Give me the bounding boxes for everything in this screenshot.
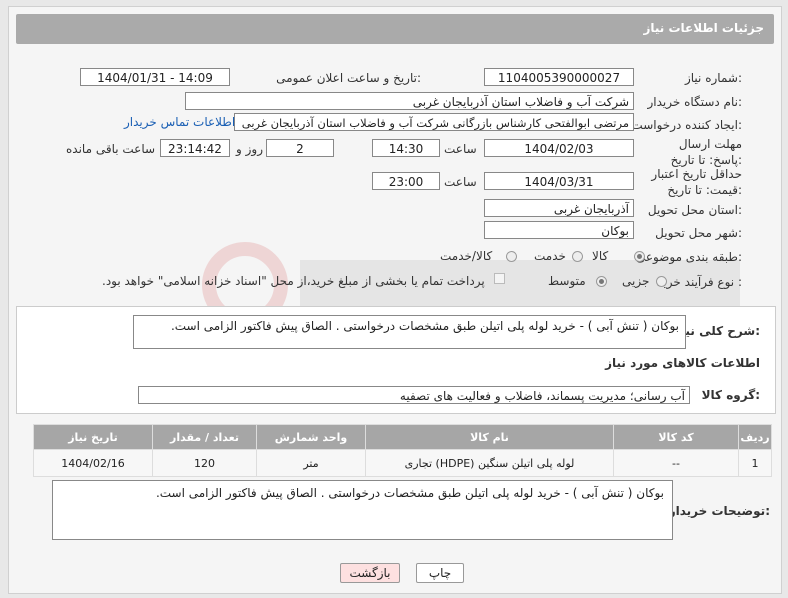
treasury-payment-text: پرداخت تمام یا بخشی از مبلغ خرید،از محل … xyxy=(102,274,485,288)
creator-label: ایجاد کننده درخواست: xyxy=(631,118,742,132)
page-title: جزئیات اطلاعات نیاز xyxy=(643,21,764,35)
min-price-time-field: 23:00 xyxy=(372,172,440,190)
days-label: روز و xyxy=(236,142,263,156)
buyer-notes-field: بوکان ( تنش آبی ) - خرید لوله پلی اتیلن … xyxy=(52,480,673,540)
col-name: نام کالا xyxy=(365,424,614,450)
remaining-time-field: 23:14:42 xyxy=(160,139,230,157)
category-goods-label: کالا xyxy=(592,249,609,263)
buyer-notes-label: توضیحات خریدار: xyxy=(668,504,770,518)
deadline-time-label: ساعت xyxy=(444,142,477,156)
cell-name: لوله پلی اتیلن سنگین (HDPE) تجاری xyxy=(365,449,614,477)
category-label: طبقه بندی موضوعی: xyxy=(635,250,742,264)
remaining-label: ساعت باقی مانده xyxy=(66,142,156,156)
description-label: شرح کلی نیاز: xyxy=(674,324,760,338)
process-label: نوع فرآیند خرید : xyxy=(657,275,742,289)
col-qty: تعداد / مقدار xyxy=(152,424,257,450)
buyer-org-label: نام دستگاه خریدار: xyxy=(647,95,743,109)
category-service-radio[interactable] xyxy=(572,251,583,262)
goods-group-field: آب رسانی؛ مدیریت پسماند، فاضلاب و فعالیت… xyxy=(138,386,690,404)
creator-field: مرتضی ابوالفتحی کارشناس بازرگانی شرکت آب… xyxy=(234,113,634,131)
col-date: تاریخ نیاز xyxy=(33,424,153,450)
process-medium-label: متوسط xyxy=(548,274,586,288)
need-number-field: 1104005390000027 xyxy=(484,68,634,86)
cell-unit: متر xyxy=(256,449,366,477)
min-price-label: حداقل تاریخ اعتبار قیمت: تا تاریخ: xyxy=(651,167,742,197)
goods-table: ردیف کد کالا نام کالا واحد شمارش تعداد /… xyxy=(33,424,772,477)
announce-label: تاریخ و ساعت اعلان عمومی: xyxy=(276,71,421,85)
announce-field: 1404/01/31 - 14:09 xyxy=(80,68,230,86)
contact-info-link[interactable]: اطلاعات تماس خریدار xyxy=(124,115,235,129)
goods-section-title: اطلاعات کالاهای مورد نیاز xyxy=(605,356,760,370)
province-field: آذربایجان غربی xyxy=(484,199,634,217)
deadline-date-field: 1404/02/03 xyxy=(484,139,634,157)
goods-group-label: گروه کالا: xyxy=(701,388,760,402)
min-price-time-label: ساعت xyxy=(444,175,477,189)
col-unit: واحد شمارش xyxy=(256,424,366,450)
process-medium-radio[interactable] xyxy=(596,276,607,287)
deadline-time-field: 14:30 xyxy=(372,139,440,157)
cell-row: 1 xyxy=(738,449,772,477)
col-code: کد کالا xyxy=(613,424,739,450)
deadline-label: مهلت ارسال پاسخ: تا تاریخ: xyxy=(670,137,742,167)
city-field: بوکان xyxy=(484,221,634,239)
description-field: بوکان ( تنش آبی ) - خرید لوله پلی اتیلن … xyxy=(133,315,686,349)
process-minor-radio[interactable] xyxy=(656,276,667,287)
back-button[interactable]: بازگشت xyxy=(340,563,400,583)
treasury-payment-checkbox[interactable] xyxy=(494,273,505,284)
need-number-label: شماره نیاز: xyxy=(684,71,742,85)
buyer-org-field: شرکت آب و فاضلاب استان آذربایجان غربی xyxy=(185,92,634,110)
city-label: شهر محل تحویل: xyxy=(655,226,742,240)
cell-date: 1404/02/16 xyxy=(33,449,153,477)
process-minor-label: جزیی xyxy=(622,274,650,288)
goods-table-header: ردیف کد کالا نام کالا واحد شمارش تعداد /… xyxy=(33,424,772,450)
table-row: 1 -- لوله پلی اتیلن سنگین (HDPE) تجاری م… xyxy=(33,449,772,477)
cell-qty: 120 xyxy=(152,449,257,477)
print-button[interactable]: چاپ xyxy=(416,563,464,583)
page-header: جزئیات اطلاعات نیاز xyxy=(16,14,774,44)
min-price-date-field: 1404/03/31 xyxy=(484,172,634,190)
category-service-label: خدمت xyxy=(534,249,566,263)
days-field: 2 xyxy=(266,139,334,157)
col-row: ردیف xyxy=(738,424,772,450)
category-goods-radio[interactable] xyxy=(634,251,645,262)
category-both-label: کالا/خدمت xyxy=(440,249,493,263)
cell-code: -- xyxy=(613,449,739,477)
category-both-radio[interactable] xyxy=(506,251,517,262)
province-label: استان محل تحویل: xyxy=(647,203,742,217)
